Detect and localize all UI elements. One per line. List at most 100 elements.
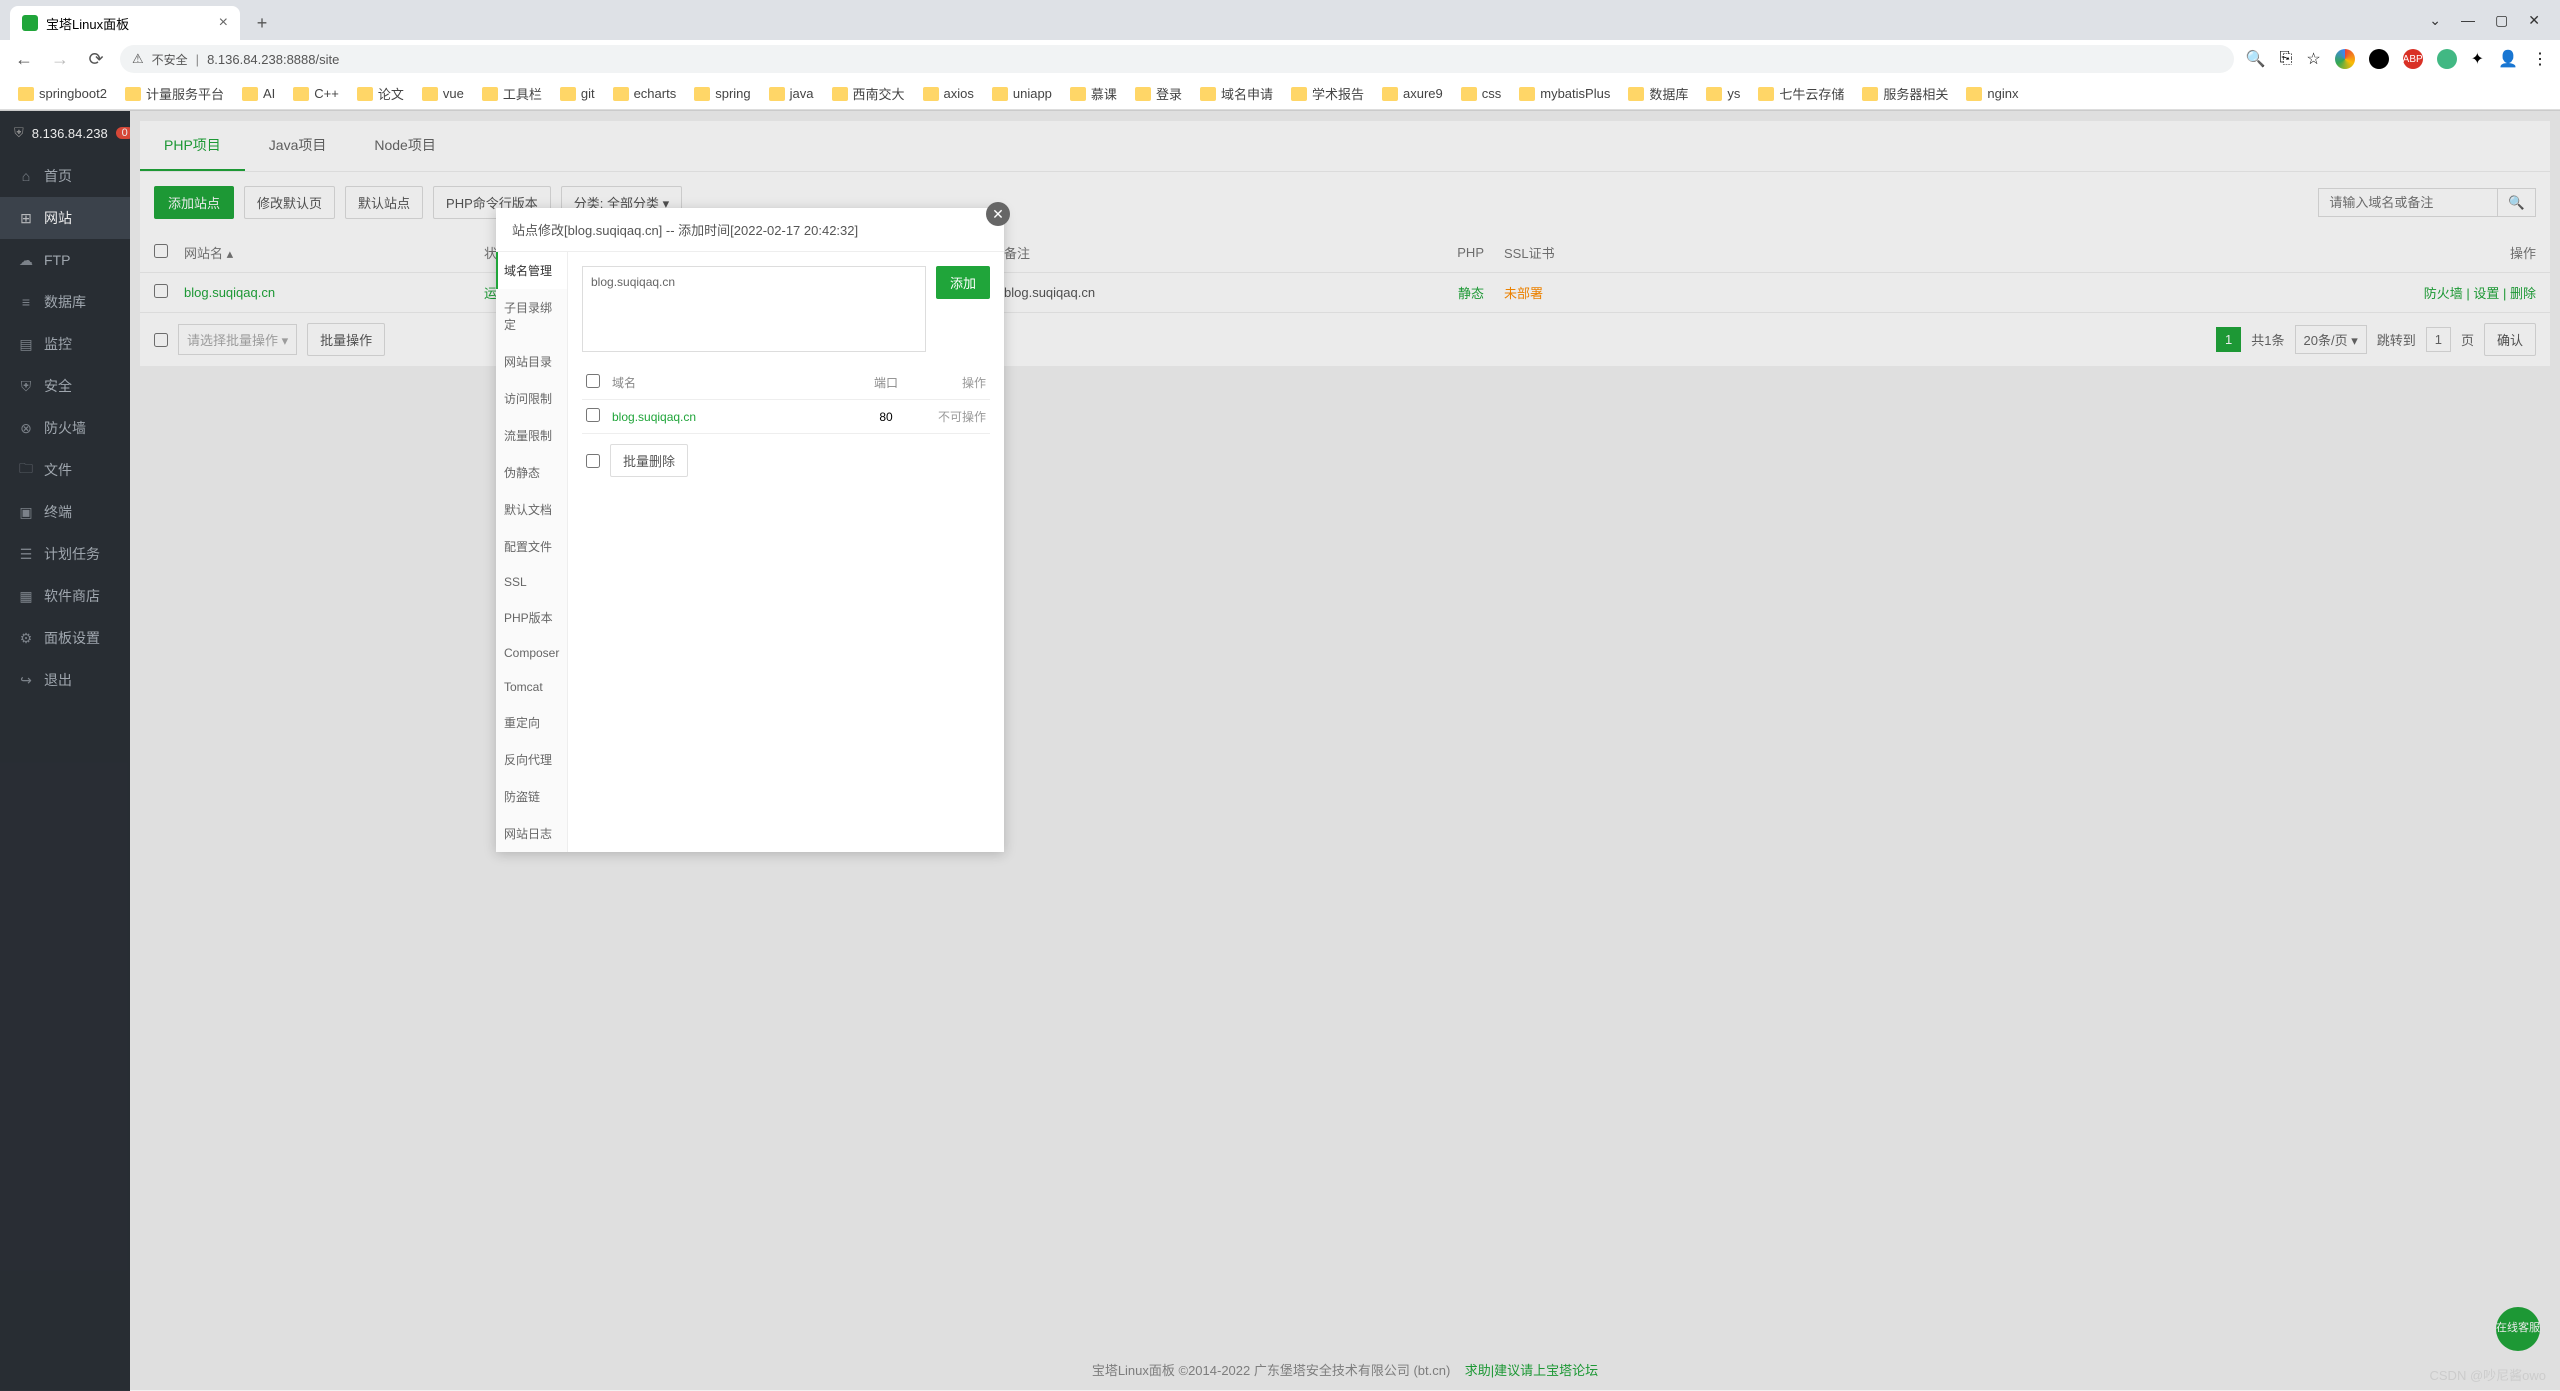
- extensions-icon[interactable]: ✦: [2471, 49, 2484, 69]
- domain-row: blog.suqiqaq.cn 80 不可操作: [582, 400, 990, 434]
- star-icon[interactable]: ☆: [2306, 49, 2320, 69]
- bookmark-item[interactable]: vue: [416, 83, 470, 104]
- menu-icon[interactable]: ⋮: [2532, 49, 2548, 69]
- folder-icon: [769, 87, 785, 101]
- url-input[interactable]: ⚠ 不安全 | 8.136.84.238:8888/site: [120, 45, 2234, 73]
- bookmark-item[interactable]: ys: [1700, 83, 1746, 104]
- folder-icon: [482, 87, 498, 101]
- modal-nav-item[interactable]: 访问限制: [496, 380, 567, 417]
- modal-nav-item[interactable]: 默认文档: [496, 491, 567, 528]
- modal-nav-item[interactable]: Tomcat: [496, 670, 567, 704]
- modal-nav-item[interactable]: SSL: [496, 565, 567, 599]
- insecure-label: 不安全: [152, 51, 188, 68]
- vue-ext-icon[interactable]: [2437, 49, 2457, 69]
- close-window-icon[interactable]: ✕: [2528, 12, 2540, 29]
- modal-nav-item[interactable]: 伪静态: [496, 454, 567, 491]
- bookmark-item[interactable]: 七牛云存储: [1752, 81, 1850, 106]
- modal-nav-item[interactable]: 流量限制: [496, 417, 567, 454]
- bookmark-item[interactable]: 服务器相关: [1856, 81, 1954, 106]
- bookmark-item[interactable]: springboot2: [12, 83, 113, 104]
- bookmark-item[interactable]: uniapp: [986, 83, 1058, 104]
- modal-nav-item[interactable]: 防盗链: [496, 778, 567, 815]
- bookmark-item[interactable]: 数据库: [1622, 81, 1694, 106]
- modal-nav-item[interactable]: 子目录绑定: [496, 289, 567, 343]
- drow-checkbox[interactable]: [586, 408, 600, 422]
- browser-tab[interactable]: 宝塔Linux面板 ×: [10, 6, 240, 40]
- bookmark-item[interactable]: C++: [287, 83, 345, 104]
- browser-chrome: 宝塔Linux面板 × + ⌄ — ▢ ✕ ← → ⟳ ⚠ 不安全 | 8.13…: [0, 0, 2560, 111]
- bookmark-item[interactable]: nginx: [1960, 83, 2024, 104]
- bookmark-item[interactable]: 论文: [351, 81, 410, 106]
- back-icon[interactable]: ←: [12, 49, 36, 70]
- batch-delete-button[interactable]: 批量删除: [610, 444, 688, 477]
- close-tab-icon[interactable]: ×: [219, 14, 228, 32]
- modal-nav-item[interactable]: 网站目录: [496, 343, 567, 380]
- modal-content: blog.suqiqaq.cn 添加 域名 端口 操作 blog.suqiqaq…: [568, 252, 1004, 852]
- add-domain-button[interactable]: 添加: [936, 266, 990, 299]
- folder-icon: [1758, 87, 1774, 101]
- modal-nav-item[interactable]: Composer: [496, 636, 567, 670]
- modal-overlay[interactable]: [0, 110, 2560, 1390]
- bookmark-item[interactable]: spring: [688, 83, 756, 104]
- bookmark-item[interactable]: 域名申请: [1194, 81, 1279, 106]
- search-icon[interactable]: 🔍: [2246, 49, 2266, 69]
- window-controls: ⌄ — ▢ ✕: [2409, 0, 2560, 40]
- modal-title: 站点修改[blog.suqiqaq.cn] -- 添加时间[2022-02-17…: [496, 208, 1004, 252]
- favicon-icon: [22, 15, 38, 31]
- bookmark-item[interactable]: axios: [917, 83, 980, 104]
- modal-nav-item[interactable]: PHP版本: [496, 599, 567, 636]
- modal-nav-item[interactable]: 反向代理: [496, 741, 567, 778]
- install-icon[interactable]: ⎘: [2280, 50, 2293, 68]
- bookmark-item[interactable]: 工具栏: [476, 81, 548, 106]
- bookmark-item[interactable]: 学术报告: [1285, 81, 1370, 106]
- bookmark-item[interactable]: mybatisPlus: [1513, 83, 1616, 104]
- folder-icon: [1200, 87, 1216, 101]
- dselect-all[interactable]: [586, 374, 600, 388]
- drow-port: 80: [856, 410, 916, 424]
- folder-icon: [357, 87, 373, 101]
- bookmark-item[interactable]: 计量服务平台: [119, 81, 230, 106]
- bookmark-item[interactable]: java: [763, 83, 820, 104]
- folder-icon: [1628, 87, 1644, 101]
- bookmark-item[interactable]: 慕课: [1064, 81, 1123, 106]
- ext2-icon[interactable]: [2369, 49, 2389, 69]
- abp-ext-icon[interactable]: ABP: [2403, 49, 2423, 69]
- modal-nav-item[interactable]: 网站日志: [496, 815, 567, 852]
- chevron-down-icon[interactable]: ⌄: [2429, 12, 2441, 29]
- folder-icon: [1135, 87, 1151, 101]
- bookmark-item[interactable]: 西南交大: [826, 81, 911, 106]
- chrome-ext-icon[interactable]: [2335, 49, 2355, 69]
- new-tab-button[interactable]: +: [248, 9, 276, 37]
- bookmark-item[interactable]: 登录: [1129, 81, 1188, 106]
- bookmark-item[interactable]: AI: [236, 83, 281, 104]
- address-bar: ← → ⟳ ⚠ 不安全 | 8.136.84.238:8888/site 🔍 ⎘…: [0, 40, 2560, 78]
- forward-icon[interactable]: →: [48, 49, 72, 70]
- watermark: CSDN @吵尼酱owo: [2430, 1365, 2547, 1384]
- bookmark-item[interactable]: axure9: [1376, 83, 1449, 104]
- tab-bar: 宝塔Linux面板 × + ⌄ — ▢ ✕: [0, 0, 2560, 40]
- modal-close-button[interactable]: ✕: [986, 202, 1010, 226]
- folder-icon: [293, 87, 309, 101]
- site-edit-modal: ✕ 站点修改[blog.suqiqaq.cn] -- 添加时间[2022-02-…: [496, 208, 1004, 852]
- domain-textarea[interactable]: blog.suqiqaq.cn: [582, 266, 926, 352]
- dth-ops: 操作: [916, 374, 986, 391]
- batch-del-checkbox[interactable]: [586, 454, 600, 468]
- reload-icon[interactable]: ⟳: [84, 49, 108, 70]
- drow-domain[interactable]: blog.suqiqaq.cn: [612, 410, 856, 424]
- maximize-icon[interactable]: ▢: [2495, 12, 2508, 29]
- modal-nav-item[interactable]: 域名管理: [496, 252, 567, 289]
- modal-nav-item[interactable]: 配置文件: [496, 528, 567, 565]
- folder-icon: [1706, 87, 1722, 101]
- profile-icon[interactable]: 👤: [2498, 49, 2518, 69]
- minimize-icon[interactable]: —: [2461, 12, 2475, 28]
- bookmark-item[interactable]: echarts: [607, 83, 683, 104]
- folder-icon: [694, 87, 710, 101]
- folder-icon: [1291, 87, 1307, 101]
- bookmark-item[interactable]: git: [554, 83, 601, 104]
- dth-domain: 域名: [612, 374, 856, 391]
- folder-icon: [125, 87, 141, 101]
- bookmark-item[interactable]: css: [1455, 83, 1508, 104]
- drow-ops: 不可操作: [916, 408, 986, 425]
- domain-table: 域名 端口 操作 blog.suqiqaq.cn 80 不可操作 批量删除: [582, 366, 990, 487]
- modal-nav-item[interactable]: 重定向: [496, 704, 567, 741]
